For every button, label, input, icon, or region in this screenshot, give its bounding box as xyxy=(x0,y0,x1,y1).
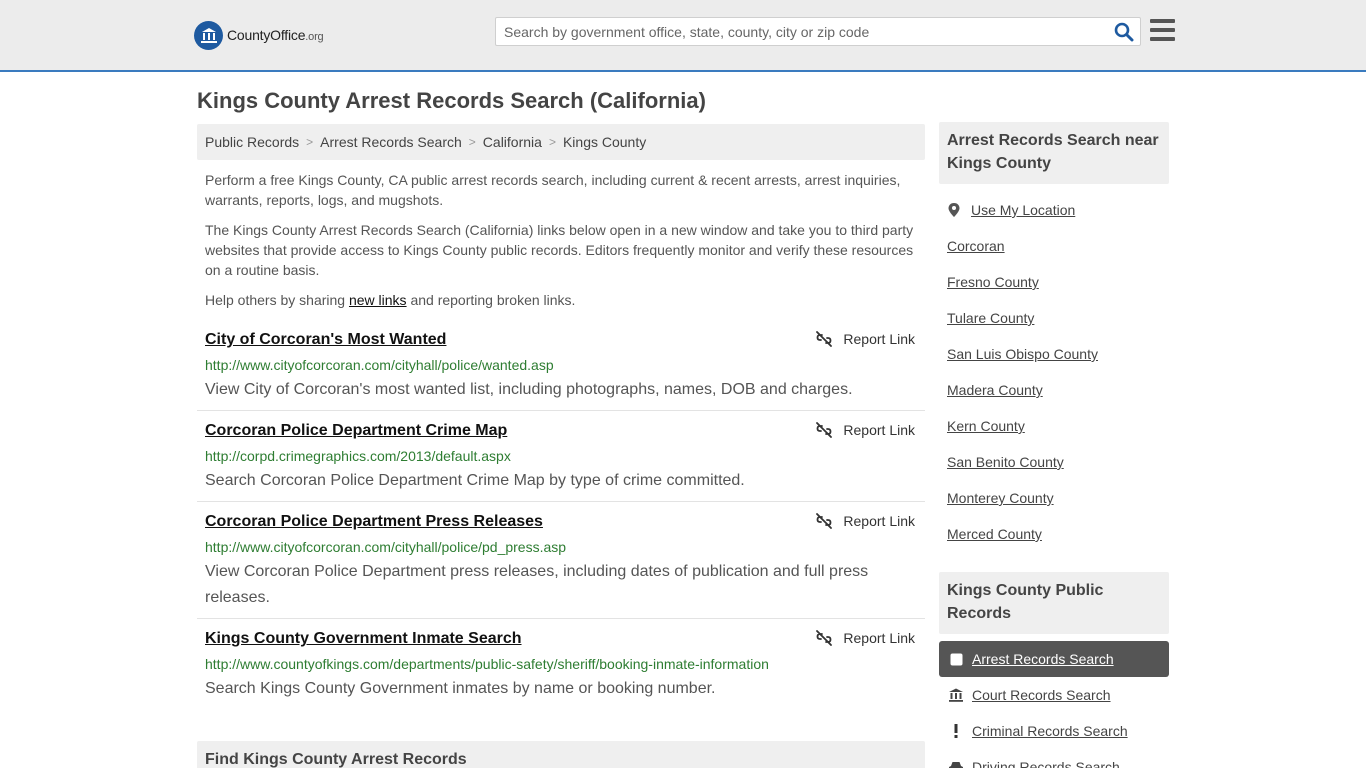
square-icon xyxy=(948,651,964,667)
intro-p3-before: Help others by sharing xyxy=(205,292,349,308)
nearby-link[interactable]: San Luis Obispo County xyxy=(947,346,1098,362)
report-link-label: Report Link xyxy=(843,331,915,347)
exclamation-icon xyxy=(948,723,964,739)
courthouse-icon xyxy=(948,687,964,703)
result-item: City of Corcoran's Most Wanted Report Li… xyxy=(197,331,925,411)
breadcrumb-arrest-records[interactable]: Arrest Records Search xyxy=(320,134,462,150)
location-pin-icon xyxy=(948,203,960,217)
nearby-link[interactable]: Merced County xyxy=(947,526,1042,542)
report-link-button[interactable]: Report Link xyxy=(816,331,915,347)
intro-paragraph-2: The Kings County Arrest Records Search (… xyxy=(205,222,914,278)
hamburger-menu-icon[interactable] xyxy=(1150,19,1175,41)
broken-link-icon xyxy=(816,331,833,347)
search-icon[interactable] xyxy=(1114,22,1134,42)
breadcrumb-kings-county[interactable]: Kings County xyxy=(563,134,646,150)
logo-text: CountyOffice.org xyxy=(227,27,324,43)
sidebar-item-arrest-records[interactable]: Arrest Records Search xyxy=(939,641,1169,677)
result-item: Kings County Government Inmate Search Re… xyxy=(197,630,925,710)
result-description: Search Corcoran Police Department Crime … xyxy=(205,472,745,489)
report-link-button[interactable]: Report Link xyxy=(816,422,915,438)
report-link-label: Report Link xyxy=(843,630,915,646)
breadcrumb-separator: > xyxy=(468,135,476,149)
logo-office: Office xyxy=(270,27,306,43)
broken-link-icon xyxy=(816,422,833,438)
result-url: http://www.cityofcorcoran.com/cityhall/p… xyxy=(205,539,567,555)
result-title-link[interactable]: Kings County Government Inmate Search xyxy=(205,630,522,648)
report-link-label: Report Link xyxy=(843,422,915,438)
result-title-link[interactable]: Corcoran Police Department Crime Map xyxy=(205,422,507,440)
report-link-button[interactable]: Report Link xyxy=(816,513,915,529)
report-link-label: Report Link xyxy=(843,513,915,529)
result-title-link[interactable]: Corcoran Police Department Press Release… xyxy=(205,513,543,531)
intro-text: Perform a free Kings County, CA public a… xyxy=(205,170,920,320)
breadcrumb-public-records[interactable]: Public Records xyxy=(205,134,299,150)
sidebar-item-court-records[interactable]: Court Records Search xyxy=(939,677,1169,713)
result-url: http://www.countyofkings.com/departments… xyxy=(205,656,769,672)
result-description: View Corcoran Police Department press re… xyxy=(205,563,869,606)
nearby-link[interactable]: Monterey County xyxy=(947,490,1054,506)
breadcrumb-separator: > xyxy=(306,135,314,149)
nearby-link[interactable]: Madera County xyxy=(947,382,1043,398)
result-url: http://corpd.crimegraphics.com/2013/defa… xyxy=(205,448,511,464)
intro-p3-after: and reporting broken links. xyxy=(406,292,576,308)
result-title-link[interactable]: City of Corcoran's Most Wanted xyxy=(205,331,446,349)
use-my-location-label: Use My Location xyxy=(971,202,1076,218)
sidebar-item-criminal-records[interactable]: Criminal Records Search xyxy=(939,713,1169,749)
sidebar-item-driving-records[interactable]: Driving Records Search xyxy=(939,749,1169,768)
result-item: Corcoran Police Department Crime Map Rep… xyxy=(197,422,925,502)
nearby-link[interactable]: San Benito County xyxy=(947,454,1064,470)
broken-link-icon xyxy=(816,630,833,646)
sidebar-item-label: Arrest Records Search xyxy=(972,651,1114,667)
nearby-link[interactable]: Corcoran xyxy=(947,238,1005,254)
result-url: http://www.cityofcorcoran.com/cityhall/p… xyxy=(205,357,554,373)
car-icon xyxy=(948,759,964,768)
breadcrumb-separator: > xyxy=(548,135,556,149)
report-link-button[interactable]: Report Link xyxy=(816,630,915,646)
use-my-location-link[interactable]: Use My Location xyxy=(947,202,1075,218)
result-description: View City of Corcoran's most wanted list… xyxy=(205,381,853,398)
breadcrumb-california[interactable]: California xyxy=(483,134,542,150)
nearby-link[interactable]: Fresno County xyxy=(947,274,1039,290)
sidebar-item-label: Criminal Records Search xyxy=(972,723,1128,739)
page-title: Kings County Arrest Records Search (Cali… xyxy=(197,88,706,113)
find-records-section: Find Kings County Arrest Records xyxy=(197,741,925,768)
search-box xyxy=(495,17,1141,46)
logo-badge-icon xyxy=(194,20,223,50)
result-item: Corcoran Police Department Press Release… xyxy=(197,513,925,619)
nearby-heading: Arrest Records Search near Kings County xyxy=(939,122,1169,184)
intro-paragraph-3: Help others by sharing new links and rep… xyxy=(205,290,920,310)
top-header: CountyOffice.org xyxy=(0,0,1366,72)
logo-county: County xyxy=(227,27,271,43)
broken-link-icon xyxy=(816,513,833,529)
search-input[interactable] xyxy=(496,18,1096,45)
breadcrumb: Public Records > Arrest Records Search >… xyxy=(197,124,925,160)
intro-paragraph-1: Perform a free Kings County, CA public a… xyxy=(205,172,901,208)
sidebar-item-label: Driving Records Search xyxy=(972,759,1120,768)
result-description: Search Kings County Government inmates b… xyxy=(205,680,716,697)
find-records-heading: Find Kings County Arrest Records xyxy=(205,751,467,768)
sidebar-item-label: Court Records Search xyxy=(972,687,1111,703)
new-links-link[interactable]: new links xyxy=(349,292,407,308)
public-records-heading: Kings County Public Records xyxy=(939,572,1169,634)
nearby-link[interactable]: Kern County xyxy=(947,418,1025,434)
nearby-link[interactable]: Tulare County xyxy=(947,310,1034,326)
site-logo[interactable]: CountyOffice.org xyxy=(194,20,324,50)
logo-org: .org xyxy=(305,31,324,43)
